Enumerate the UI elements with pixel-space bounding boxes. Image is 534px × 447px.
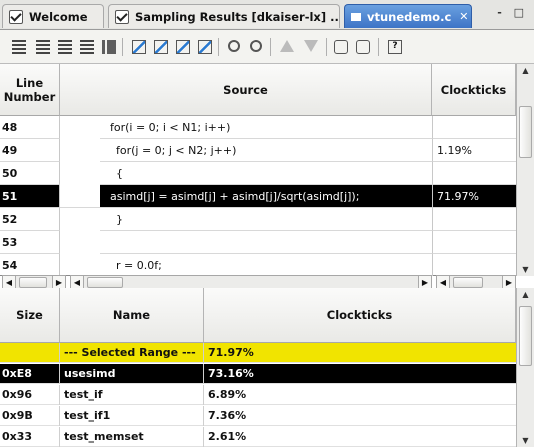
size-cell: 0xE8 [0,364,60,384]
scroll-thumb[interactable] [519,306,532,366]
table-row-selected[interactable]: 0xE8 usesimd 73.16% [0,364,516,384]
scroll-thumb[interactable] [87,277,123,288]
tab-vtunedemo[interactable]: vtunedemo.c ✕ [344,4,472,28]
source-line[interactable]: { [100,162,432,185]
fs-icon[interactable] [356,40,370,54]
clockticks-cell: 71.97% [208,346,254,359]
clockticks-cell: 1.19% [432,139,516,162]
table-row[interactable]: 0x33 test_memset 2.61% [0,427,516,447]
toolbar-separator [378,38,379,56]
size-cell: 0x33 [0,427,60,447]
tab-sampling-results[interactable]: Sampling Results [dkaiser-lx] ... [108,4,340,28]
toolbar-separator [270,38,271,56]
scroll-down-icon[interactable]: ▼ [517,436,534,445]
line-number[interactable]: 52 [0,208,60,231]
close-icon[interactable]: ✕ [459,10,468,23]
list-view-icon[interactable] [12,40,26,54]
size-header[interactable]: Size [0,288,60,343]
size-cell: 0x9B [0,406,60,426]
tab-welcome[interactable]: Welcome [2,4,104,28]
clockticks-cell [432,162,516,185]
clockticks-cell [432,116,516,139]
source-vertical-scrollbar[interactable]: ▲ ▼ [516,64,534,276]
source-line[interactable]: for(j = 0; j < N2; j++) [100,139,432,162]
toolbar-separator [122,38,123,56]
clockticks-header[interactable]: Clockticks [204,288,516,343]
file-icon [351,12,361,21]
name-cell: test_if [60,385,204,405]
source-line-selected[interactable]: asimd[j] = asimd[j] + asimd[j]/sqrt(asim… [100,185,432,208]
scroll-down-icon[interactable]: ▼ [517,265,534,274]
chart-icon[interactable] [176,40,190,54]
help-icon[interactable]: ? [388,40,402,54]
line-number[interactable]: 48 [0,116,60,139]
tab-label: vtunedemo.c [367,9,452,24]
function-view: Size Name Clockticks --- Selected Range … [0,288,534,447]
indent-icon[interactable] [36,40,50,54]
table-row[interactable]: 0x96 test_if 6.89% [0,385,516,405]
clockticks-cell: 6.89% [208,388,247,401]
toolbar: ? [0,30,534,64]
chart-icon[interactable] [198,40,212,54]
table-row-selected-range[interactable]: --- Selected Range --- 71.97% [0,343,516,363]
clockticks-cell [432,208,516,231]
table-row[interactable]: 0x9B test_if1 7.36% [0,406,516,426]
clockticks-cell: 7.36% [208,409,247,422]
scroll-up-icon[interactable]: ▲ [517,66,534,75]
clockticks-cell [432,254,516,276]
name-cell: test_memset [60,427,204,447]
name-cell: test_if1 [60,406,204,426]
name-cell: usesimd [60,364,204,384]
chart-icon[interactable] [132,40,146,54]
clockticks-cell-selected: 71.97% [432,185,516,208]
source-line[interactable]: } [100,208,432,231]
triangle-down-icon[interactable] [304,40,318,52]
line-number[interactable]: 53 [0,231,60,254]
scroll-thumb[interactable] [453,277,483,288]
align-icon[interactable] [80,40,94,54]
fs-icon[interactable] [334,40,348,54]
line-number[interactable]: 54 [0,254,60,276]
source-view: Line Number Source Clockticks 48 for(i =… [0,64,534,276]
line-number[interactable]: 49 [0,139,60,162]
toolbar-separator [326,38,327,56]
size-cell: 0x96 [0,385,60,405]
clockticks-cell: 73.16% [208,367,254,380]
checkbox-icon [9,9,23,24]
line-number[interactable]: 50 [0,162,60,185]
source-gutter [60,185,100,208]
name-header[interactable]: Name [60,288,204,343]
tab-label: Welcome [29,9,88,24]
call-graph-icon[interactable] [250,40,262,52]
checkbox-icon [115,9,129,24]
size-cell [0,343,60,363]
source-line[interactable] [100,231,432,254]
source-header[interactable]: Source [60,64,432,116]
triangle-up-icon[interactable] [280,40,294,52]
line-number-selected[interactable]: 51 [0,185,60,208]
scroll-up-icon[interactable]: ▲ [517,290,534,299]
toolbar-separator [218,38,219,56]
editor-tab-bar: Welcome Sampling Results [dkaiser-lx] ..… [0,0,534,30]
chart-icon[interactable] [154,40,168,54]
window-controls[interactable]: - □ [497,6,528,19]
outdent-icon[interactable] [58,40,72,54]
source-line[interactable]: r = 0.0f; [100,254,432,276]
source-line[interactable]: for(i = 0; i < N1; i++) [100,116,432,139]
scroll-thumb[interactable] [519,106,532,158]
tab-label: Sampling Results [dkaiser-lx] ... [135,9,340,24]
clockticks-cell [432,231,516,254]
call-graph-icon[interactable] [228,40,240,52]
clockticks-cell: 2.61% [208,430,247,443]
clockticks-header[interactable]: Clockticks [432,64,516,116]
function-vertical-scrollbar[interactable]: ▲ ▼ [516,288,534,447]
name-cell: --- Selected Range --- [60,343,204,363]
columns-icon[interactable] [102,40,116,54]
scroll-thumb[interactable] [19,277,47,288]
line-number-header[interactable]: Line Number [0,64,60,116]
